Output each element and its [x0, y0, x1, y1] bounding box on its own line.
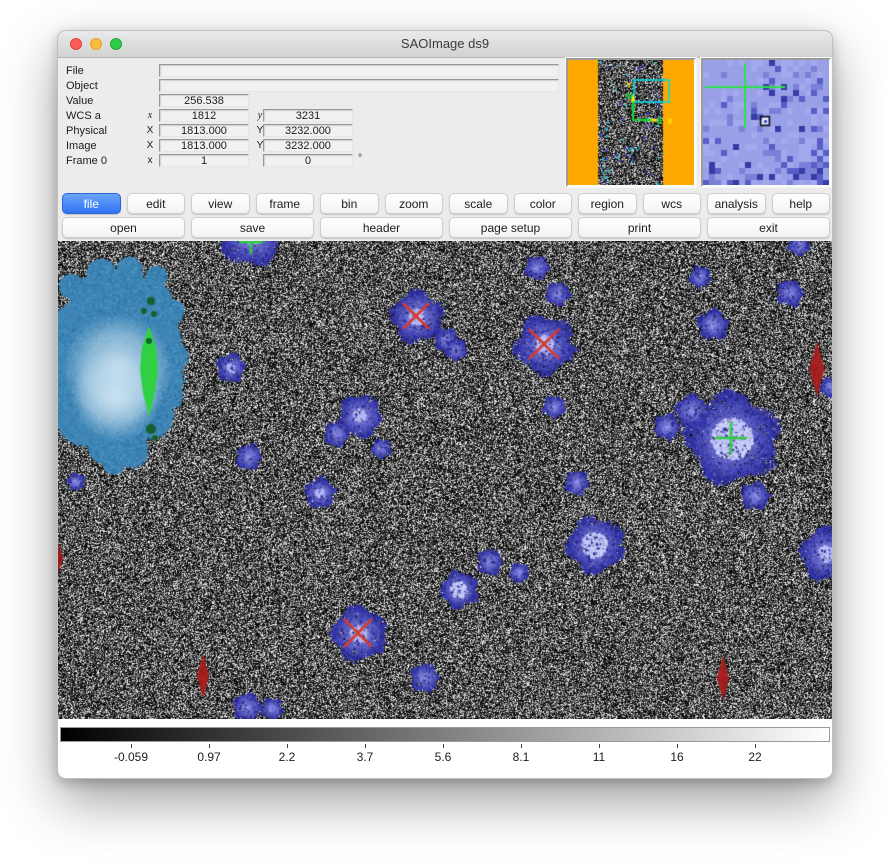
colorbar-tick	[209, 744, 210, 748]
menu-color[interactable]: color	[514, 193, 573, 214]
magnifier-panel[interactable]	[701, 58, 831, 187]
file-label: File	[66, 65, 84, 77]
colorbar-label: 2.2	[252, 750, 322, 764]
panner-panel[interactable]	[566, 58, 696, 187]
ds9-window: SAOImage ds9 File Object Value WCS a x y…	[57, 30, 833, 779]
colorbar-gradient[interactable]	[60, 727, 830, 742]
frame-rotate-field[interactable]	[263, 154, 353, 167]
menu-file[interactable]: file	[62, 193, 121, 214]
colorbar-tick	[287, 744, 288, 748]
file-field[interactable]	[159, 64, 559, 77]
colorbar-label: 8.1	[486, 750, 556, 764]
physical-x-label: X	[144, 125, 156, 136]
colorbar-tick	[677, 744, 678, 748]
page-setup-button[interactable]: page setup	[449, 217, 572, 238]
wcs-x-field[interactable]	[159, 109, 249, 122]
frame-x-label: x	[144, 155, 156, 166]
sky-image-canvas[interactable]	[58, 241, 833, 719]
colorbar-tick	[443, 744, 444, 748]
colorbar-label: -0.059	[96, 750, 166, 764]
value-label: Value	[66, 95, 93, 107]
wcs-label: WCS a	[66, 110, 101, 122]
colorbar-tick	[755, 744, 756, 748]
colorbar-label: 22	[720, 750, 790, 764]
wcs-x-label: x	[144, 110, 156, 121]
menu-edit[interactable]: edit	[127, 193, 186, 214]
print-button[interactable]: print	[578, 217, 701, 238]
colorbar-tick	[521, 744, 522, 748]
image-y-field[interactable]	[263, 139, 353, 152]
exit-button[interactable]: exit	[707, 217, 830, 238]
window-title: SAOImage ds9	[58, 31, 832, 57]
menu-wcs[interactable]: wcs	[643, 193, 702, 214]
colorbar-label: 3.7	[330, 750, 400, 764]
image-label: Image	[66, 140, 97, 152]
physical-label: Physical	[66, 125, 107, 137]
magnifier-canvas[interactable]	[703, 60, 829, 185]
menu-help[interactable]: help	[772, 193, 831, 214]
image-x-label: X	[144, 140, 156, 151]
colorbar-tick	[599, 744, 600, 748]
colorbar-section: -0.059 0.97 2.2 3.7 5.6 8.1 11 16 22	[58, 719, 833, 779]
physical-y-field[interactable]	[263, 124, 353, 137]
menu-region[interactable]: region	[578, 193, 637, 214]
frame-label: Frame 0	[66, 155, 107, 167]
titlebar[interactable]: SAOImage ds9	[58, 31, 832, 58]
menu-bar: file edit view frame bin zoom scale colo…	[58, 193, 833, 215]
colorbar-label: 11	[564, 750, 634, 764]
menu-frame[interactable]: frame	[256, 193, 315, 214]
image-x-field[interactable]	[159, 139, 249, 152]
menu-zoom[interactable]: zoom	[385, 193, 444, 214]
colorbar-tick	[365, 744, 366, 748]
menu-view[interactable]: view	[191, 193, 250, 214]
object-label: Object	[66, 80, 98, 92]
header-button[interactable]: header	[320, 217, 443, 238]
colorbar-label: 0.97	[174, 750, 244, 764]
colorbar-label: 16	[642, 750, 712, 764]
colorbar-tick	[131, 744, 132, 748]
save-button[interactable]: save	[191, 217, 314, 238]
menu-analysis[interactable]: analysis	[707, 193, 766, 214]
degree-symbol: °	[358, 153, 362, 164]
value-field[interactable]	[159, 94, 249, 107]
menu-bin[interactable]: bin	[320, 193, 379, 214]
frame-zoom-field[interactable]	[159, 154, 249, 167]
wcs-y-field[interactable]	[263, 109, 353, 122]
panner-canvas[interactable]	[568, 60, 694, 185]
colorbar-label: 5.6	[408, 750, 478, 764]
physical-x-field[interactable]	[159, 124, 249, 137]
menu-scale[interactable]: scale	[449, 193, 508, 214]
object-field[interactable]	[159, 79, 559, 92]
file-actions-bar: open save header page setup print exit	[58, 217, 833, 239]
open-button[interactable]: open	[62, 217, 185, 238]
